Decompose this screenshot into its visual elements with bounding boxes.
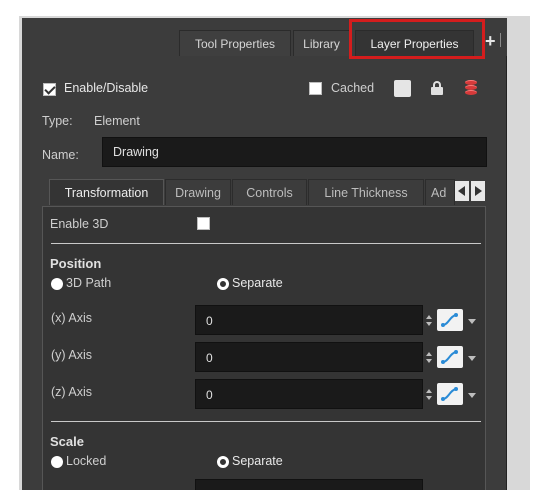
enable-disable-label: Enable/Disable [64, 81, 149, 95]
enable-disable-checkbox[interactable] [43, 83, 56, 96]
tab-library[interactable]: Library [293, 30, 350, 56]
z-axis-function-curve-icon[interactable] [437, 383, 463, 405]
y-axis-label: (y) Axis [51, 348, 92, 362]
position-separate-radio[interactable] [217, 278, 229, 290]
scale-locked-radio[interactable] [51, 456, 63, 468]
y-axis-chevron-down-icon[interactable] [468, 356, 476, 362]
scale-locked-label: Locked [66, 454, 107, 468]
scale-title: Scale [50, 434, 84, 449]
transformation-content: Enable 3D Position 3D Path Separate (x) … [42, 206, 486, 490]
layer-properties-panel: Tool Properties Library Layer Properties… [22, 18, 507, 490]
tab-line-thickness[interactable]: Line Thickness [308, 179, 424, 205]
x-axis-function-curve-icon[interactable] [437, 309, 463, 331]
scale-separate-radio[interactable] [217, 456, 229, 468]
position-3dpath-label: 3D Path [66, 276, 112, 290]
x-axis-spinner-icon[interactable] [426, 315, 432, 327]
tab-separator [500, 33, 501, 47]
y-axis-input[interactable]: 0 [195, 342, 423, 372]
scale-separate-label: Separate [232, 454, 283, 468]
position-separate-label: Separate [232, 276, 283, 290]
add-tab-plus-icon[interactable]: + [485, 32, 496, 50]
tabs-scroll-left-icon[interactable] [455, 181, 469, 201]
y-axis-function-curve-icon[interactable] [437, 346, 463, 368]
z-axis-chevron-down-icon[interactable] [468, 393, 476, 399]
z-axis-spinner-icon[interactable] [426, 389, 432, 401]
close-icon[interactable]: ✕ [506, 32, 507, 50]
enable-3d-checkbox[interactable] [197, 217, 210, 230]
tab-controls[interactable]: Controls [232, 179, 307, 205]
x-axis-input[interactable]: 0 [195, 305, 423, 335]
database-icon[interactable] [465, 80, 477, 95]
y-axis-spinner-icon[interactable] [426, 352, 432, 364]
tab-drawing[interactable]: Drawing [165, 179, 231, 205]
tab-advanced[interactable]: Ad [425, 179, 455, 205]
lock-icon[interactable] [431, 81, 443, 95]
enable-3d-label: Enable 3D [50, 217, 109, 231]
x-axis-chevron-down-icon[interactable] [468, 319, 476, 325]
layer-properties-highlight-box [349, 19, 485, 59]
z-axis-input[interactable]: 0 [195, 379, 423, 409]
z-axis-label: (z) Axis [51, 385, 92, 399]
name-label: Name: [42, 148, 79, 162]
x-axis-label: (x) Axis [51, 311, 92, 325]
section-divider [51, 421, 481, 422]
position-title: Position [50, 256, 102, 271]
name-input[interactable]: Drawing [102, 137, 487, 167]
tabs-scroll-right-icon[interactable] [471, 181, 485, 201]
type-value: Element [94, 114, 140, 128]
layer-color-swatch[interactable] [394, 80, 411, 97]
cached-label: Cached [331, 81, 375, 95]
position-3dpath-radio[interactable] [51, 278, 63, 290]
section-divider [51, 243, 481, 244]
cached-checkbox[interactable] [309, 82, 322, 95]
tab-tool-properties[interactable]: Tool Properties [179, 30, 291, 56]
scale-x-input[interactable] [195, 479, 423, 490]
type-label: Type: [42, 114, 73, 128]
vertical-scrollbar[interactable] [506, 56, 507, 490]
tab-transformation[interactable]: Transformation [49, 179, 164, 205]
